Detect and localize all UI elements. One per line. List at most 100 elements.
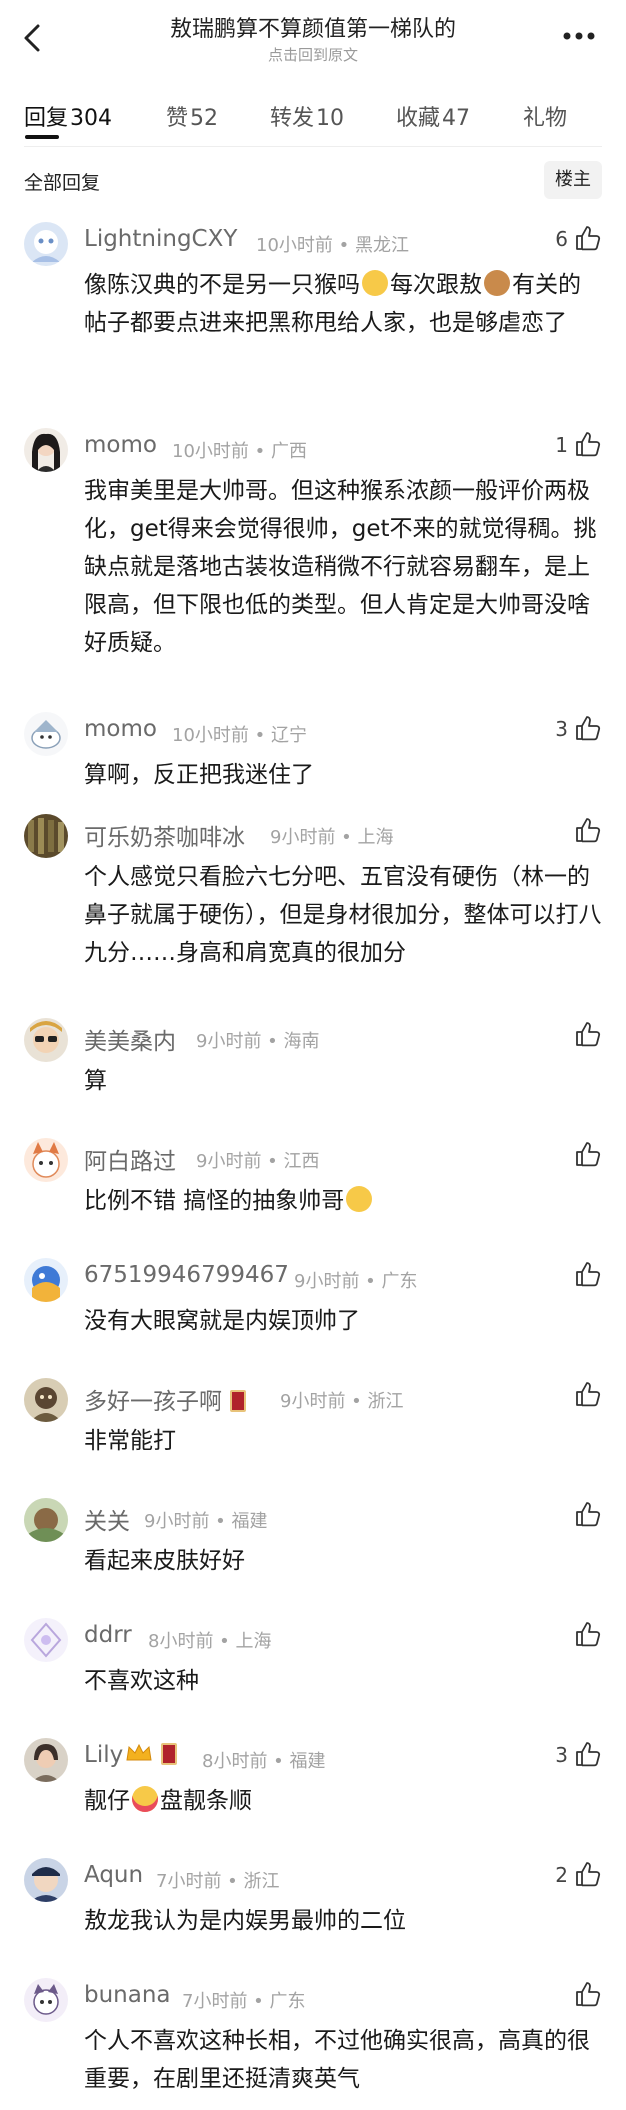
- thumbs-up-icon[interactable]: [574, 1020, 602, 1048]
- comment-text: 不喜欢这种: [84, 1668, 199, 1694]
- comment-location: 黑龙江: [354, 235, 409, 256]
- thumbs-up-icon[interactable]: [574, 816, 602, 844]
- comment-time: 8小时前: [148, 1631, 214, 1652]
- tab-label: 回复: [24, 106, 69, 131]
- comment-location: 海南: [283, 1031, 320, 1052]
- tab-favorites[interactable]: 收藏47: [396, 100, 470, 132]
- tab-count: 47: [442, 106, 471, 131]
- username[interactable]: 阿白路过: [84, 1142, 176, 1176]
- comment-meta: 8小时前 • 上海: [148, 1631, 272, 1652]
- tab-label: 收藏: [396, 106, 441, 131]
- comment-text: 我审美里是大帅哥。但这种猴系浓颜一般评价两极化，get得来会觉得很帅，get不来…: [84, 478, 597, 656]
- comment-text: 看起来皮肤好好: [84, 1548, 245, 1574]
- comment-text: 像陈汉典的不是另一只猴吗 每次跟敖 有关的帖子都要点进来把黑称甩给人家，也是够虐恋了: [84, 266, 602, 342]
- comment-meta: 10小时前 • 广西: [172, 441, 307, 462]
- comment-text: 算: [84, 1068, 107, 1094]
- comment-time: 9小时前: [196, 1031, 262, 1052]
- comment-location: 浙江: [367, 1391, 404, 1412]
- comment-text: 没有大眼窝就是内娱顶帅了: [84, 1308, 360, 1334]
- comment-location: 福建: [231, 1511, 268, 1532]
- avatar[interactable]: [24, 1498, 68, 1542]
- tab-reposts[interactable]: 转发10: [270, 100, 344, 132]
- thumbs-up-icon[interactable]: [574, 1860, 602, 1888]
- comment-meta: 7小时前 • 浙江: [156, 1871, 280, 1892]
- thumbs-up-icon[interactable]: [574, 1980, 602, 2008]
- avatar[interactable]: [24, 1738, 68, 1782]
- tab-label: 礼物: [523, 106, 568, 131]
- username[interactable]: Lily: [84, 1742, 178, 1768]
- red-envelope-badge-icon: [161, 1743, 178, 1765]
- like-count: 3: [555, 1743, 568, 1767]
- tab-replies[interactable]: 回复304: [24, 100, 112, 132]
- comment-time: 10小时前: [172, 441, 249, 462]
- thumbs-up-icon[interactable]: [574, 430, 602, 458]
- username[interactable]: 关关: [84, 1502, 130, 1536]
- thumbs-up-icon[interactable]: [574, 714, 602, 742]
- crown-icon: [126, 1743, 152, 1761]
- like-count: 6: [555, 227, 568, 251]
- username[interactable]: 多好一孩子啊: [84, 1382, 246, 1416]
- thumbs-up-icon[interactable]: [574, 1380, 602, 1408]
- tab-count: 10: [316, 106, 345, 131]
- comment-time: 9小时前: [270, 827, 336, 848]
- thumbs-up-icon[interactable]: [574, 1260, 602, 1288]
- avatar[interactable]: [24, 1138, 68, 1182]
- comment-meta: 9小时前 • 福建: [144, 1511, 268, 1532]
- username[interactable]: ddrr: [84, 1622, 132, 1648]
- comment-text-part: 像陈汉典的不是另一只猴吗: [84, 272, 360, 298]
- avatar[interactable]: [24, 1978, 68, 2022]
- avatar[interactable]: [24, 814, 68, 858]
- username[interactable]: LightningCXY: [84, 226, 237, 252]
- thumbs-up-icon[interactable]: [574, 224, 602, 252]
- top-bar: 敖瑞鹏算不算颜值第一梯队的 点击回到原文: [0, 0, 626, 78]
- username[interactable]: momo: [84, 716, 157, 742]
- comment-location: 上海: [235, 1631, 272, 1652]
- username[interactable]: 67519946799467: [84, 1262, 289, 1288]
- tab-label: 转发: [270, 106, 315, 131]
- see-no-evil-monkey-emoji-icon: [484, 270, 510, 296]
- thumbs-up-icon[interactable]: [574, 1740, 602, 1768]
- thumbs-up-icon[interactable]: [574, 1620, 602, 1648]
- comment-text-part: 靓仔: [84, 1788, 130, 1814]
- post-title[interactable]: 敖瑞鹏算不算颜值第一梯队的: [0, 11, 626, 43]
- like-count: 3: [555, 717, 568, 741]
- comment-meta: 9小时前 • 江西: [196, 1151, 320, 1172]
- tab-gifts[interactable]: 礼物: [523, 100, 567, 132]
- avatar[interactable]: [24, 1018, 68, 1062]
- red-envelope-badge-icon: [230, 1390, 246, 1412]
- tab-likes[interactable]: 赞52: [166, 100, 218, 132]
- username[interactable]: 可乐奶茶咖啡冰: [84, 818, 245, 852]
- tabs-divider: [24, 146, 602, 147]
- comment-text: 比例不错 搞怪的抽象帅哥: [84, 1182, 602, 1220]
- comment-meta: 10小时前 • 辽宁: [172, 725, 307, 746]
- owner-only-button[interactable]: 楼主: [544, 161, 602, 199]
- comment-text: 个人感觉只看脸六七分吧、五官没有硬伤（林一的鼻子就属于硬伤），但是身材很加分，整…: [84, 864, 602, 966]
- thumbs-up-icon[interactable]: [574, 1500, 602, 1528]
- avatar[interactable]: [24, 1258, 68, 1302]
- comment-text: 靓仔 盘靓条顺: [84, 1782, 602, 1820]
- tab-count: 304: [70, 106, 113, 131]
- comment-location: 上海: [357, 827, 394, 848]
- avatar[interactable]: [24, 1858, 68, 1902]
- avatar[interactable]: [24, 1618, 68, 1662]
- comment-time: 7小时前: [156, 1871, 222, 1892]
- comment-location: 福建: [289, 1751, 326, 1772]
- username[interactable]: 美美桑内: [84, 1022, 176, 1056]
- more-options-icon[interactable]: [562, 26, 596, 46]
- like-count: 1: [555, 433, 568, 457]
- username[interactable]: Aqun: [84, 1862, 143, 1888]
- all-replies-label[interactable]: 全部回复: [24, 168, 100, 195]
- avatar[interactable]: [24, 712, 68, 756]
- tab-label: 赞: [166, 106, 189, 131]
- comment-meta: 9小时前 • 浙江: [280, 1391, 404, 1412]
- username[interactable]: momo: [84, 432, 157, 458]
- like-count: 2: [555, 1863, 568, 1887]
- username[interactable]: bunana: [84, 1982, 171, 2008]
- comment-time: 10小时前: [256, 235, 333, 256]
- avatar[interactable]: [24, 1378, 68, 1422]
- avatar[interactable]: [24, 428, 68, 472]
- thumbs-up-icon[interactable]: [574, 1140, 602, 1168]
- comment-location: 辽宁: [270, 725, 307, 746]
- back-to-original-link[interactable]: 点击回到原文: [0, 44, 626, 65]
- avatar[interactable]: [24, 222, 68, 266]
